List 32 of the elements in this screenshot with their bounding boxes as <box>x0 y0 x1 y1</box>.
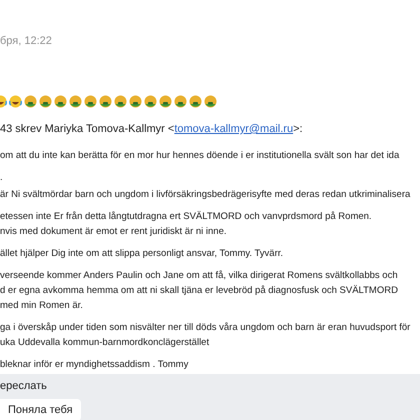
quote-header-text: 43 skrev Mariyka Tomova-Kallmyr < <box>0 123 174 135</box>
laughing-emoji-icon <box>9 95 22 108</box>
email-link[interactable]: tomova-kallmyr@mail.ru <box>174 123 294 135</box>
sick-emoji-icon <box>129 95 142 108</box>
sick-emoji-icon <box>39 95 52 108</box>
message-text-line: bleknar inför er myndighetssaddism . Tommy <box>0 358 190 372</box>
sick-emoji-icon <box>114 95 127 108</box>
message-text-line: om att du inte kan berätta för en mor hur hennes döende i er institutionella svält son har det ida <box>0 149 400 163</box>
sick-emoji-icon <box>24 95 37 108</box>
message-text-line: med min Romen är. <box>0 299 84 313</box>
sick-emoji-icon <box>54 95 67 108</box>
message-text-line: ga i överskåp under tiden som nisvälter ner till döds våra ungdom och barn är eran huvudsport för <box>0 321 412 335</box>
message-text-line: etessen inte Er från detta långtutdragna ert SVÄLTMORD och vanvprdsmord på Romen. <box>0 210 373 224</box>
sick-emoji-icon <box>69 95 82 108</box>
message-text-line: är Ni svältmördar barn och ungdom i livförsäkringsbedrägerisyfte med deras redan utkriminalisera <box>0 188 412 202</box>
sick-emoji-icon <box>144 95 157 108</box>
sick-emoji-icon <box>174 95 187 108</box>
sick-emoji-icon <box>189 95 202 108</box>
date-text: бря, 12:22 <box>0 34 53 48</box>
sick-emoji-icon <box>204 95 217 108</box>
quote-header-text: >: <box>293 123 303 135</box>
sick-emoji-icon <box>84 95 97 108</box>
message-text-line: nvis med dokument är emot er rent juridiskt är ni inne. <box>0 225 228 239</box>
message-text-line: ället hjälper Dig inte om att slippa personligt ansvar, Tommy. Tyvärr. <box>0 247 284 261</box>
sick-emoji-icon <box>159 95 172 108</box>
message-text-line: d er egna avkomma hemma om att ni skall tjäna er levebröd på diagnosfusk och SVÄLTMORD <box>0 284 399 298</box>
message-text-line: uka Uddevalla kommun-barnmordkonclägerstället <box>0 336 210 350</box>
message-text-line: . <box>0 171 4 185</box>
message-text-line: verseende kommer Anders Paulin och Jane om att få, vilka dirigerat Romens svältkollabbs och <box>0 269 399 283</box>
quick-reply-button[interactable]: Поняла тебя <box>0 398 81 420</box>
sick-emoji-icon <box>99 95 112 108</box>
forward-link[interactable]: ереслать <box>0 379 47 393</box>
